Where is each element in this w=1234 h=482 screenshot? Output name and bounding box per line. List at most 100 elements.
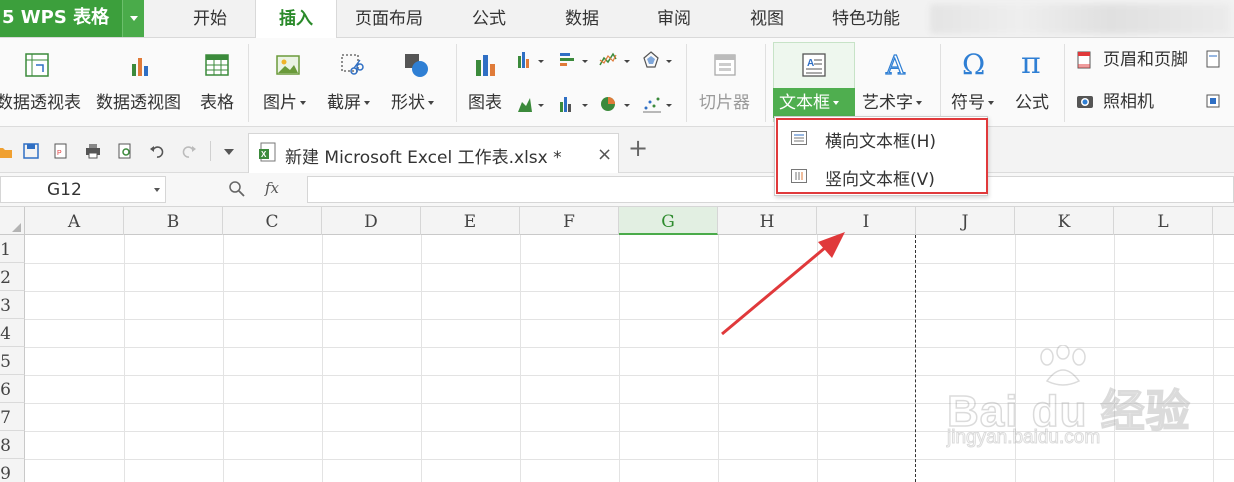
header-footer-icon[interactable] [1076,51,1092,69]
wordart-label: 艺术字 [862,93,913,113]
column-header[interactable]: L [1114,207,1213,235]
chart-types-row-2-icons[interactable] [516,94,676,114]
chevron-down-icon [428,101,434,105]
column-header[interactable]: J [916,207,1015,235]
print-icon[interactable] [84,142,102,160]
insert-function-button[interactable]: fx [265,179,279,197]
svg-text:P: P [57,150,62,157]
name-box[interactable]: G12 [0,176,166,203]
document-tab[interactable]: X 新建 Microsoft Excel 工作表.xlsx * × [248,133,619,173]
row-header[interactable]: 5 [0,347,25,375]
row-header[interactable]: 6 [0,375,25,403]
pi-icon[interactable]: π [1021,46,1041,81]
omega-icon[interactable]: Ω [962,48,985,81]
print-preview-icon[interactable] [116,142,134,160]
formula-button[interactable]: 公式 [1015,93,1049,113]
picture-button[interactable]: 图片 [263,93,306,113]
shape-button[interactable]: 形状 [391,93,434,113]
picture-icon[interactable] [275,52,301,78]
column-header[interactable]: C [223,207,322,235]
table-icon[interactable] [204,52,230,78]
customize-dropdown-icon[interactable] [224,149,234,155]
textbox-icon[interactable]: A [801,52,827,78]
header-footer-button[interactable]: 页眉和页脚 [1103,50,1188,70]
shape-label: 形状 [391,93,425,113]
pivot-chart-icon[interactable] [128,52,154,78]
row-header[interactable]: 8 [0,431,25,459]
new-tab-button[interactable]: + [628,136,648,160]
chevron-down-icon[interactable] [154,188,160,192]
save-icon[interactable] [22,142,40,160]
row-header[interactable]: 1 [0,235,25,263]
row-header[interactable]: 4 [0,319,25,347]
svg-text:X: X [261,150,267,159]
tab-review[interactable]: 审阅 [642,0,706,38]
row-header[interactable]: 3 [0,291,25,319]
wordart-button[interactable]: 艺术字 [862,93,922,113]
tab-home[interactable]: 开始 [165,0,255,38]
camera-icon[interactable] [1076,93,1094,109]
column-header[interactable]: B [124,207,223,235]
app-logo[interactable]: 5 WPS 表格 [0,0,122,37]
column-header[interactable]: A [25,207,124,235]
column-header[interactable]: E [421,207,520,235]
zoom-icon[interactable] [228,180,246,198]
app-menu-caret[interactable] [122,0,144,37]
row-header[interactable]: 9 [0,459,25,482]
ribbon-separator [765,44,766,122]
symbol-button[interactable]: 符号 [951,93,994,113]
tab-insert[interactable]: 插入 [255,0,337,39]
slicer-button: 切片器 [699,93,750,113]
quick-access-bar: P X 新建 Microsoft Excel 工作表.xlsx * × + [0,127,1234,173]
chart-types-row-1-icons[interactable] [516,50,676,70]
tab-formulas[interactable]: 公式 [457,0,521,38]
column-header[interactable]: K [1015,207,1114,235]
column-header[interactable]: F [520,207,619,235]
tab-page-layout[interactable]: 页面布局 [343,0,435,38]
textbox-button[interactable]: 文本框 [779,93,839,113]
chevron-down-icon [300,101,306,105]
column-header-selected[interactable]: G [619,207,718,235]
row-header[interactable]: 7 [0,403,25,431]
gridline [817,235,818,482]
pivot-chart-button[interactable]: 数据透视图 [96,93,181,113]
camera-button[interactable]: 照相机 [1103,92,1154,112]
ribbon-separator [248,44,249,122]
redo-icon[interactable] [180,142,198,160]
row-header[interactable]: 2 [0,263,25,291]
undo-icon[interactable] [148,142,166,160]
open-folder-icon[interactable] [0,142,14,160]
tab-view[interactable]: 视图 [735,0,799,38]
object-icon[interactable] [1205,93,1221,109]
column-header[interactable]: D [322,207,421,235]
document-icon[interactable] [1205,50,1221,68]
chart-icon[interactable] [473,52,499,78]
ribbon-separator [686,44,687,122]
tab-special-features[interactable]: 特色功能 [820,0,912,38]
table-button[interactable]: 表格 [200,93,234,113]
menu-bar: 5 WPS 表格 开始 插入 页面布局 公式 数据 审阅 视图 特色功能 [0,0,1234,39]
select-all-corner[interactable] [0,207,25,235]
screenshot-button[interactable]: 截屏 [327,93,370,113]
excel-file-icon: X [259,142,276,162]
scissors-icon[interactable] [338,52,364,78]
formula-input[interactable] [307,176,1234,203]
column-header[interactable]: I [817,207,916,235]
pivot-table-button[interactable]: 数据透视表 [0,93,81,113]
gridline [223,235,224,482]
column-header[interactable]: H [718,207,817,235]
pivot-table-icon[interactable] [24,52,50,78]
wordart-icon[interactable]: A [883,50,911,80]
close-icon[interactable]: × [597,144,612,165]
document-title: 新建 Microsoft Excel 工作表.xlsx * [285,148,562,168]
export-pdf-icon[interactable]: P [52,142,70,160]
chevron-down-icon [833,101,839,105]
gridline [421,235,422,482]
slicer-icon [714,54,736,76]
screenshot-label: 截屏 [327,93,361,113]
gridline [25,459,1234,460]
shape-icon[interactable] [403,52,429,78]
tab-data[interactable]: 数据 [550,0,614,38]
chart-button[interactable]: 图表 [468,93,502,113]
gridline [25,291,1234,292]
